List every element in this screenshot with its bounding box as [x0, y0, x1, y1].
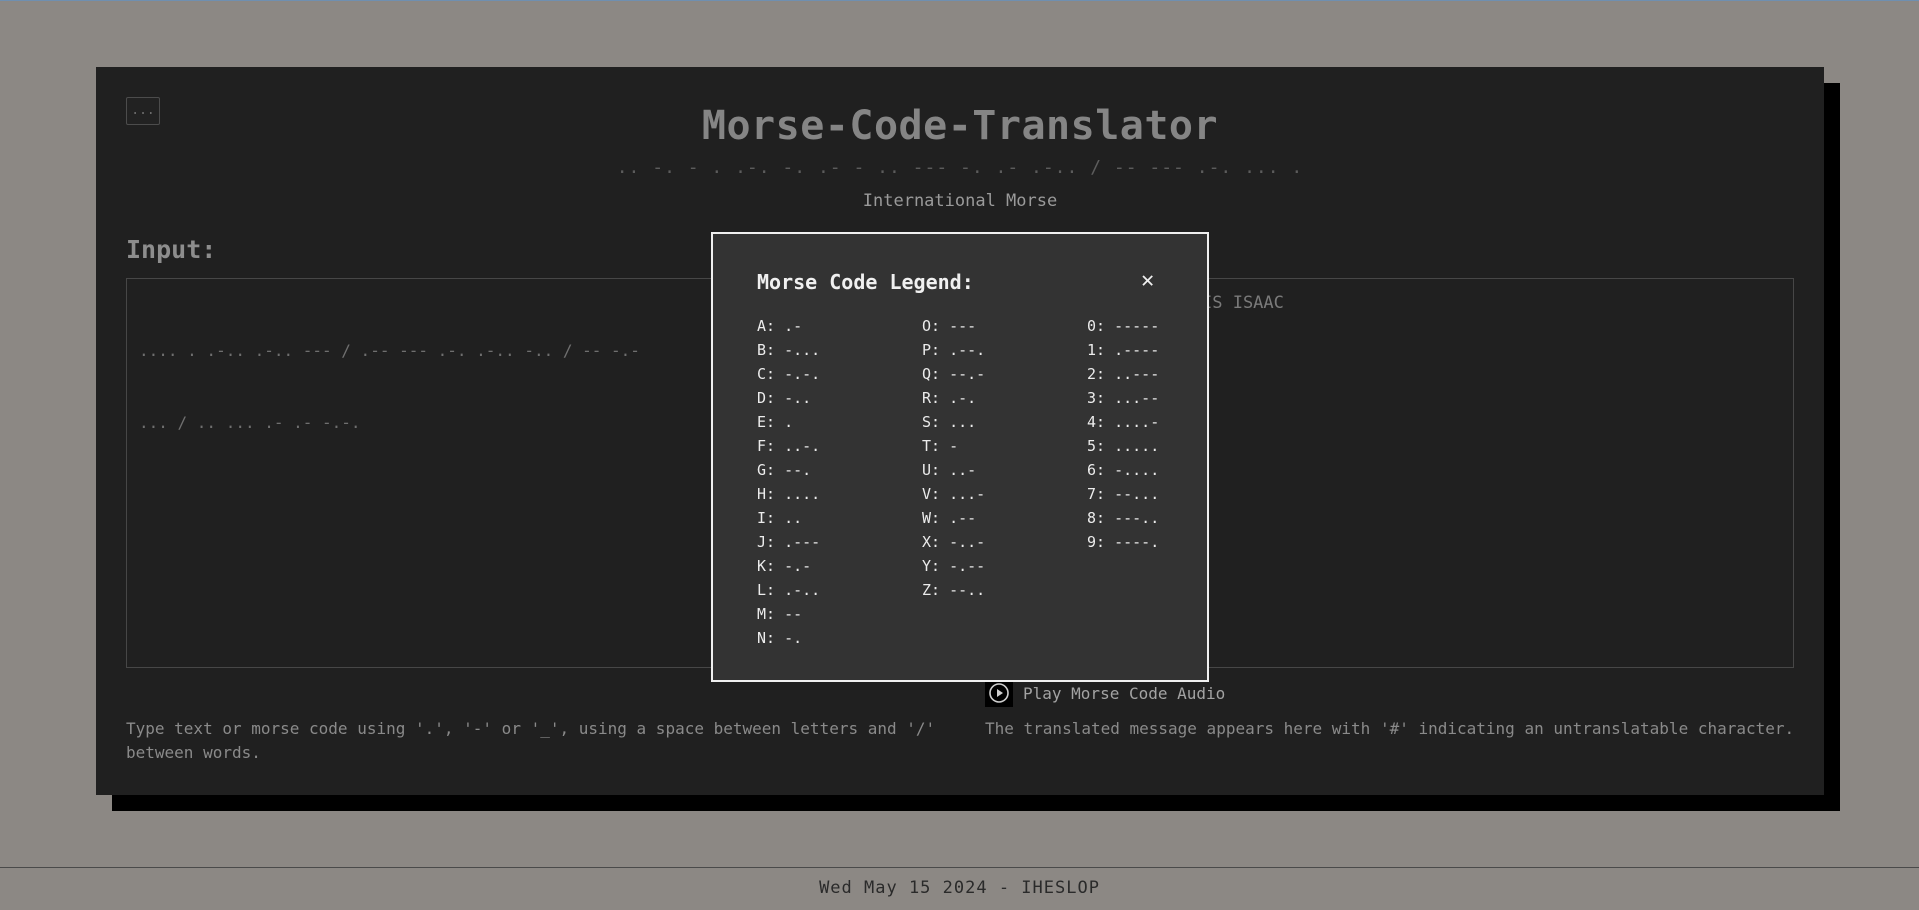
footer-date: Wed May 15 2024 - IHESLOP	[819, 878, 1100, 898]
legend-item: 0: -----	[1087, 317, 1160, 335]
close-icon[interactable]: ✕	[1141, 270, 1154, 292]
legend-item: 1: .----	[1087, 341, 1160, 359]
play-circle-icon[interactable]	[985, 679, 1013, 707]
legend-item: B: -...	[757, 341, 821, 359]
input-heading: Input:	[126, 235, 217, 264]
play-audio-button[interactable]: Play Morse Code Audio	[985, 679, 1225, 707]
legend-item: F: ..-.	[757, 437, 821, 455]
legend-item: G: --.	[757, 461, 812, 479]
footer-divider	[0, 867, 1919, 868]
legend-modal: Morse Code Legend: ✕ A: .- B: -... C: -.-.…	[711, 232, 1209, 682]
legend-item: 2: ..---	[1087, 365, 1160, 383]
legend-item: K: -.-	[757, 557, 812, 575]
legend-item: 6: -....	[1087, 461, 1160, 479]
play-audio-label[interactable]: Play Morse Code Audio	[1023, 684, 1225, 703]
legend-item: Y: -.--	[922, 557, 986, 575]
window-top-border	[0, 0, 1919, 1]
output-text: IS ISAAC	[1202, 293, 1284, 313]
legend-item: L: .-..	[757, 581, 821, 599]
input-hint: Type text or morse code using '.', '-' o…	[126, 719, 936, 762]
legend-column-o-z: O: --- P: .--. Q: --.- R: .-. S: ... T: - U: .…	[922, 314, 985, 602]
legend-item: V: ...-	[922, 485, 986, 503]
legend-item: 5: .....	[1087, 437, 1160, 455]
legend-item: T: -	[922, 437, 959, 455]
legend-title: Morse Code Legend:	[757, 270, 974, 294]
legend-item: 7: --...	[1087, 485, 1160, 503]
legend-item: M: --	[757, 605, 803, 623]
legend-item: A: .-	[757, 317, 803, 335]
legend-item: S: ...	[922, 413, 977, 431]
legend-column-a-n: A: .- B: -... C: -.-. D: -.. E: . F: ..-. G: -…	[757, 314, 820, 650]
legend-item: N: -.	[757, 629, 803, 647]
legend-item: 3: ...--	[1087, 389, 1160, 407]
legend-item: Q: --.-	[922, 365, 986, 383]
legend-item: O: ---	[922, 317, 977, 335]
legend-column-digits: 0: ----- 1: .---- 2: ..--- 3: ...-- 4: ....-…	[1087, 314, 1159, 554]
legend-item: 9: ----.	[1087, 533, 1160, 551]
legend-item: H: ....	[757, 485, 821, 503]
legend-item: R: .-.	[922, 389, 977, 407]
input-line-1: .... . .-.. .-.. --- / .-- --- .-. .-.. …	[139, 341, 640, 360]
legend-item: C: -.-.	[757, 365, 821, 383]
legend-item: X: -..-	[922, 533, 986, 551]
page-title: Morse-Code-Translator	[701, 103, 1219, 149]
legend-item: P: .--.	[922, 341, 986, 359]
legend-item: W: .--	[922, 509, 977, 527]
legend-item: Z: --..	[922, 581, 986, 599]
legend-item: U: ..-	[922, 461, 977, 479]
mode-subtitle[interactable]: International Morse	[96, 191, 1824, 211]
legend-item: 8: ---..	[1087, 509, 1160, 527]
input-morse-text[interactable]: .... . .-.. .-.. --- / .-- --- .-. .-.. …	[139, 291, 729, 483]
output-hint: The translated message appears here with…	[985, 719, 1795, 738]
legend-item: I: ..	[757, 509, 803, 527]
legend-item: D: -..	[757, 389, 812, 407]
title-morse-code: .. -. - . .-. -. .- - .. --- -. .- .-.. …	[616, 157, 1304, 178]
legend-item: 4: ....-	[1087, 413, 1160, 431]
input-line-2: ... / .. ... .- .- -.-.	[139, 413, 361, 432]
legend-item: E: .	[757, 413, 794, 431]
legend-item: J: .---	[757, 533, 821, 551]
